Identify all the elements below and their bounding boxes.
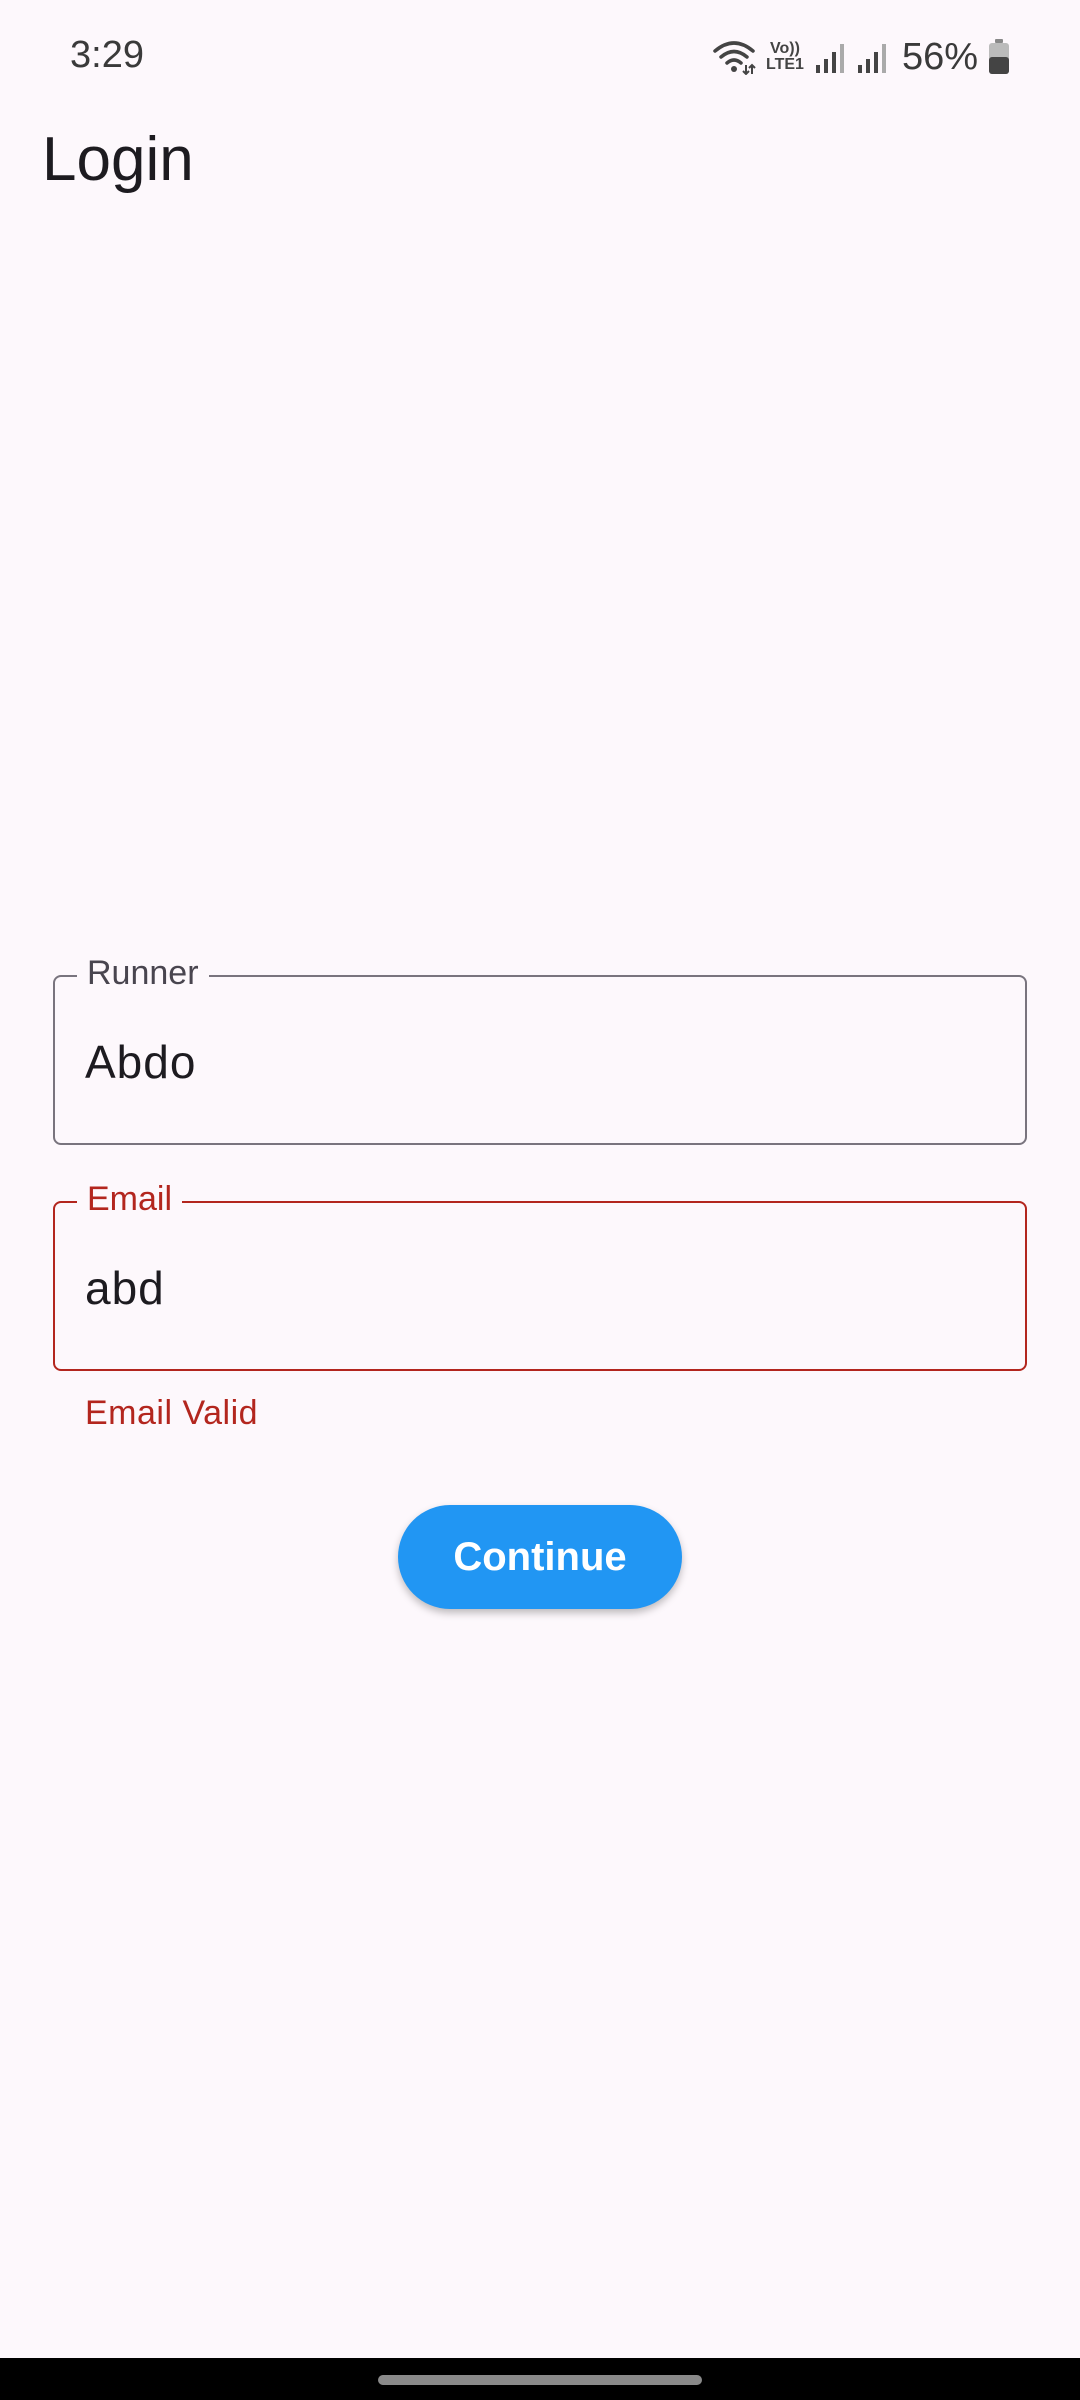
email-field-label: Email [77,1177,183,1221]
status-icons: Vo)) LTE1 56% [712,32,1010,82]
wifi-icon [712,39,756,75]
email-error-text: Email Valid [85,1394,259,1432]
battery-icon [988,39,1010,75]
volte-top-text: Vo)) [770,40,800,57]
status-time: 3:29 [70,34,144,76]
signal-icon [814,41,846,73]
email-field[interactable]: Email abd [53,1177,1027,1371]
signal-icon [856,41,888,73]
email-input[interactable]: abd [85,1261,165,1315]
status-bar: 3:29 Vo)) LTE1 56% [0,0,1080,120]
runner-field[interactable]: Runner Abdo [53,951,1027,1145]
volte-icon: Vo)) LTE1 [766,41,804,73]
navigation-bar [0,2358,1080,2400]
runner-input[interactable]: Abdo [85,1035,196,1089]
volte-bottom-text: LTE1 [766,56,804,73]
page-title: Login [42,125,194,194]
runner-field-label: Runner [77,951,209,995]
home-gesture-handle[interactable] [378,2375,702,2385]
continue-button[interactable]: Continue [398,1505,682,1609]
battery-percent: 56% [901,35,978,78]
